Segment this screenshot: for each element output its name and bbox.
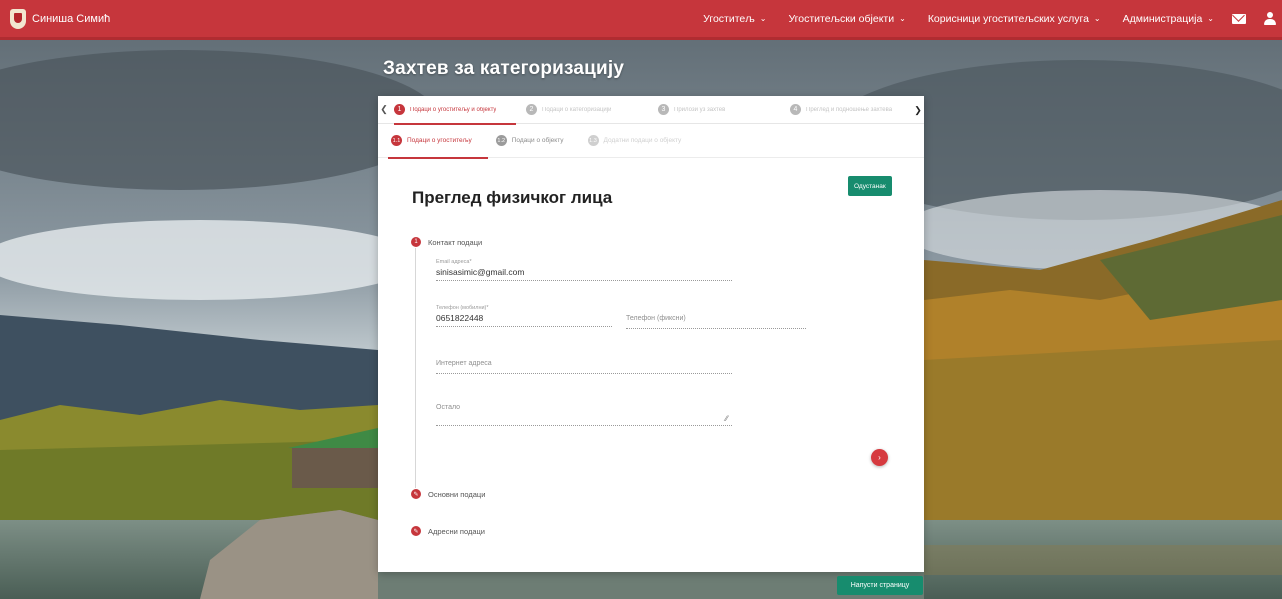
- stepper-prev-button[interactable]: ❮: [378, 96, 390, 124]
- web-address-field[interactable]: Интернет адреса: [436, 360, 732, 374]
- step-3[interactable]: 3 Прилози уз захтев: [658, 96, 790, 124]
- nav-item-administracija[interactable]: Администрација ⌄: [1123, 13, 1214, 25]
- coat-of-arms-icon: [10, 8, 26, 29]
- step-1[interactable]: 1 Подаци о угоститељу и објекту: [394, 96, 526, 125]
- field-underline: [436, 280, 732, 281]
- phone-fixed-placeholder: Телефон (фиксни): [626, 315, 686, 322]
- step-number: 3: [658, 104, 669, 115]
- field-underline: [436, 373, 732, 374]
- nav-item-label: Администрација: [1122, 12, 1203, 25]
- email-field-label: Email адреса*: [436, 259, 472, 265]
- step-label: Подаци о категоризацији: [542, 106, 612, 113]
- email-field-value: sinisasimic@gmail.com: [436, 267, 525, 277]
- sub-stepper: 1.1 Подаци о угоститељу 1.2 Подаци о обј…: [378, 124, 924, 159]
- field-underline: [626, 328, 806, 329]
- step-2[interactable]: 2 Подаци о категоризацији: [526, 96, 658, 124]
- note-placeholder: Остало: [436, 404, 461, 411]
- user-menu-button[interactable]: [1264, 11, 1282, 26]
- edit-pencil-icon: ✎: [411, 526, 421, 536]
- form-heading: Преглед физичког лица: [412, 188, 613, 207]
- phone-fixed-field[interactable]: Телефон (фиксни): [626, 315, 806, 329]
- substep-label: Подаци о објекту: [511, 137, 564, 144]
- step-number: 4: [790, 104, 801, 115]
- phone-mobile-field[interactable]: Телефон (мобилни)* 0651822448: [436, 305, 612, 327]
- substep-number: 1.3: [587, 135, 599, 146]
- substep-1-2[interactable]: 1.2 Подаци о објекту: [495, 124, 564, 158]
- note-textarea[interactable]: Остало ∕∕: [436, 404, 732, 426]
- section-address[interactable]: ✎ Адресни подаци: [411, 526, 485, 536]
- substep-1-1[interactable]: 1.1 Подаци о угоститељу: [388, 124, 488, 159]
- phone-mobile-label: Телефон (мобилни)*: [436, 305, 489, 311]
- nav-item-label: Угоститељ: [703, 12, 755, 25]
- phone-mobile-value: 0651822448: [436, 313, 484, 323]
- step-label: Подаци о угоститељу и објекту: [410, 106, 497, 113]
- substep-label: Подаци о угоститељу: [407, 137, 472, 144]
- substep-label: Додатни подаци о објекту: [603, 137, 682, 144]
- web-address-placeholder: Интернет адреса: [436, 360, 492, 367]
- nav-item-korisnici[interactable]: Корисници угоститељских услуга ⌄: [928, 13, 1101, 25]
- nav-item-ugostitelj[interactable]: Угоститељ ⌄: [703, 13, 766, 25]
- leave-page-button[interactable]: Напусти страницу: [837, 576, 923, 595]
- vertical-stepper-line: [415, 248, 416, 488]
- section-contact[interactable]: 1 Контакт подаци: [411, 237, 482, 247]
- field-underline: [436, 326, 612, 327]
- request-card: ❮ 1 Подаци о угоститељу и објекту 2 Пода…: [378, 96, 924, 572]
- page-title: Захтев за категоризацију: [383, 58, 625, 79]
- chevron-down-icon: ⌄: [759, 14, 767, 23]
- chevron-down-icon: ⌄: [1093, 14, 1101, 23]
- brand[interactable]: Синиша Симић: [10, 8, 111, 29]
- brand-name: Синиша Симић: [32, 12, 111, 25]
- user-icon: [1264, 11, 1276, 26]
- mail-icon: [1232, 13, 1246, 24]
- section-label: Адресни подаци: [428, 526, 485, 536]
- field-underline: [436, 425, 732, 426]
- mail-button[interactable]: [1232, 13, 1246, 24]
- nav-item-label: Корисници угоститељских услуга: [927, 12, 1089, 25]
- substep-1-3[interactable]: 1.3 Додатни подаци о објекту: [587, 124, 682, 158]
- section-basic[interactable]: ✎ Основни подаци: [411, 489, 485, 499]
- cancel-button[interactable]: Одустанак: [848, 176, 892, 196]
- section-label: Основни подаци: [428, 489, 486, 499]
- stepper-next-button[interactable]: ❯: [912, 96, 924, 124]
- edit-pencil-icon: ✎: [411, 489, 421, 499]
- substep-number: 1.2: [495, 135, 507, 146]
- step-list: 1 Подаци о угоститељу и објекту 2 Подаци…: [390, 96, 924, 125]
- textarea-body: [436, 415, 732, 423]
- nav-item-label: Угоститељски објекти: [788, 12, 895, 25]
- main-nav: Угоститељ ⌄ Угоститељски објекти ⌄ Корис…: [681, 0, 1282, 37]
- substep-number: 1.1: [391, 135, 402, 146]
- nav-item-objekti[interactable]: Угоститељски објекти ⌄: [788, 13, 905, 25]
- step-number: 2: [526, 104, 537, 115]
- chevron-down-icon: ⌄: [899, 14, 906, 23]
- section-label: Контакт подаци: [428, 237, 483, 247]
- chevron-down-icon: ⌄: [1207, 14, 1214, 23]
- next-section-button[interactable]: ›: [871, 449, 888, 466]
- step-label: Преглед и подношење захтева: [806, 106, 893, 113]
- step-number: 1: [394, 104, 405, 115]
- main-stepper: ❮ 1 Подаци о угоститељу и објекту 2 Пода…: [378, 96, 924, 125]
- email-field[interactable]: Email адреса* sinisasimic@gmail.com: [436, 259, 732, 281]
- section-number: 1: [411, 237, 421, 247]
- step-label: Прилози уз захтев: [674, 106, 726, 113]
- resize-handle-icon[interactable]: ∕∕: [725, 414, 728, 423]
- top-navbar: Синиша Симић Угоститељ ⌄ Угоститељски об…: [0, 0, 1282, 40]
- step-4[interactable]: 4 Преглед и подношење захтева: [790, 96, 922, 124]
